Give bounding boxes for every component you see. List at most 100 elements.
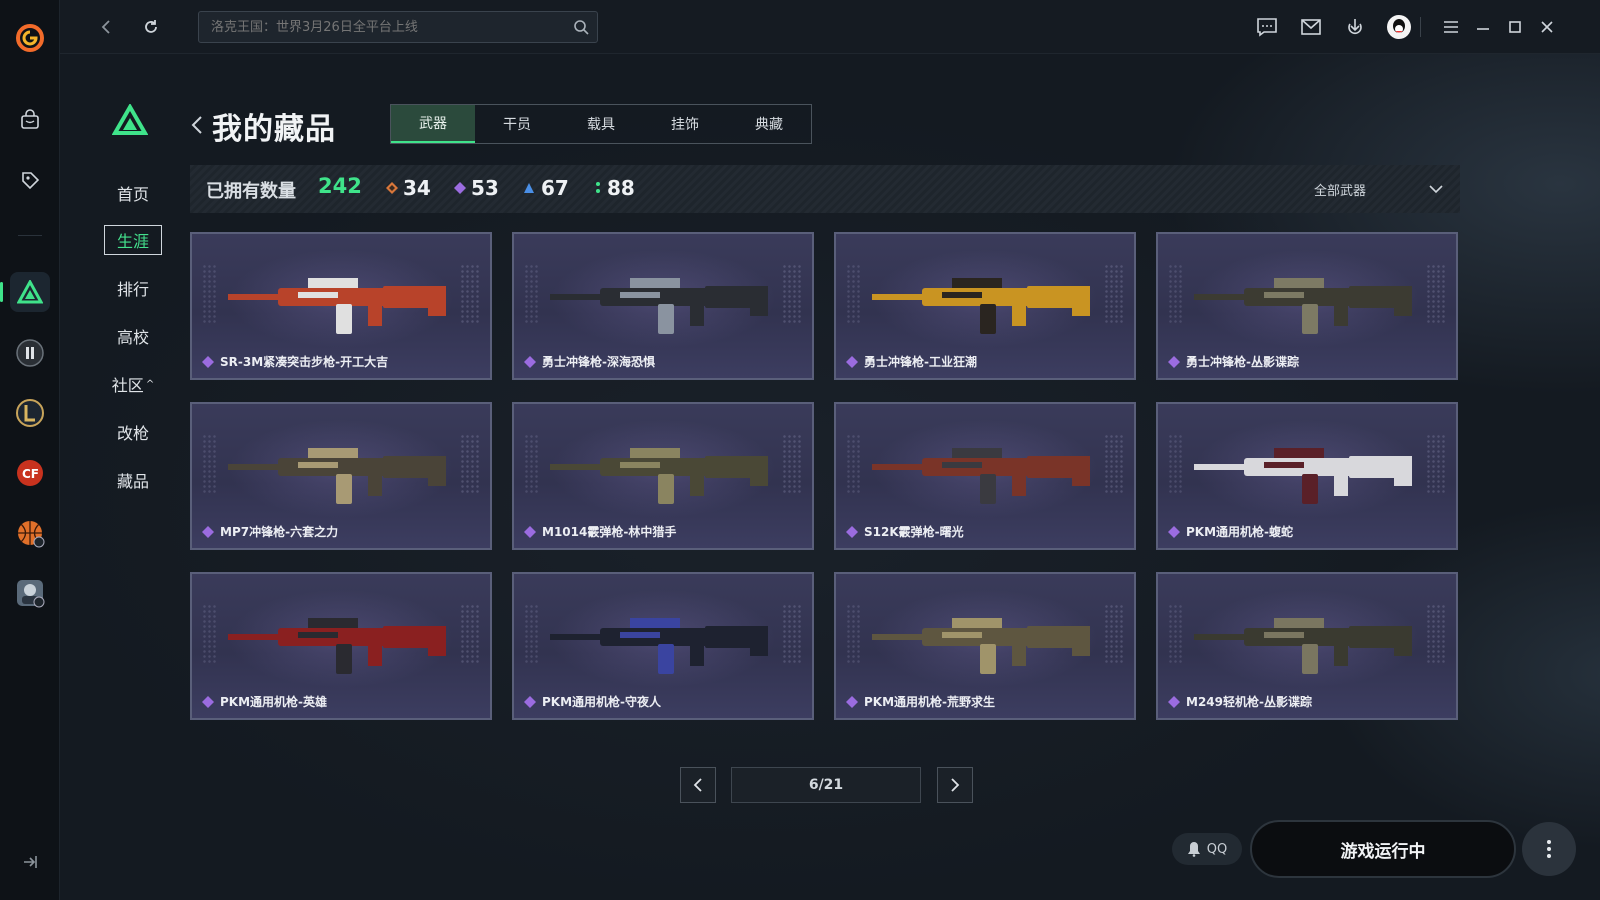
tag-icon[interactable] xyxy=(10,160,50,200)
rarity-count-value: 67 xyxy=(541,176,569,200)
weapon-image-icon xyxy=(872,618,1090,674)
owned-count-total: 242 xyxy=(318,174,362,198)
app-logo-icon[interactable] xyxy=(10,18,50,58)
owned-count-label: 已拥有数量 xyxy=(206,181,296,202)
game-basketball-icon[interactable] xyxy=(10,513,50,553)
expand-sidebar-icon[interactable] xyxy=(20,852,40,876)
page-indicator: 6/21 xyxy=(731,767,921,803)
caret-up-icon: ^ xyxy=(145,378,155,390)
qq-button[interactable]: QQ xyxy=(1172,833,1242,865)
rarity-count-value: 88 xyxy=(607,176,635,200)
qq-avatar-icon[interactable] xyxy=(1384,12,1414,42)
rarity-purple-icon xyxy=(202,356,214,368)
game-avatar-icon[interactable] xyxy=(10,573,50,613)
nav-item[interactable]: 高校 xyxy=(104,321,162,351)
store-bag-icon[interactable] xyxy=(10,100,50,140)
page-next-button[interactable] xyxy=(937,767,973,803)
refresh-icon[interactable] xyxy=(136,12,166,42)
delta-logo-icon xyxy=(111,102,149,140)
collection-item-card[interactable]: PKM通用机枪-荒野求生 xyxy=(834,572,1136,720)
nav-item-label: 社区 xyxy=(111,376,144,395)
nav-item[interactable]: 生涯 xyxy=(104,225,162,255)
collection-item-card[interactable]: 勇士冲锋枪-工业狂潮 xyxy=(834,232,1136,380)
nav-item-label: 藏品 xyxy=(116,472,149,491)
tab-item[interactable]: 干员 xyxy=(475,105,559,143)
stats-bar: 已拥有数量 242 34 53 67 88 全部武器 xyxy=(190,165,1460,213)
rarity-purple-icon xyxy=(202,696,214,708)
search-box[interactable] xyxy=(198,11,598,43)
chevron-down-icon xyxy=(1429,185,1443,194)
rail-divider xyxy=(18,235,42,236)
item-name: M1014霰弹枪-林中猎手 xyxy=(542,525,677,539)
rarity-count-green: 88 xyxy=(594,176,635,200)
game-delta-icon[interactable] xyxy=(0,272,50,312)
rarity-purple-icon xyxy=(454,182,466,194)
topbar-divider xyxy=(1420,17,1421,37)
rarity-count-blue: 67 xyxy=(522,176,569,200)
collection-item-card[interactable]: 勇士冲锋枪-丛影谍踪 xyxy=(1156,232,1458,380)
collection-tabs: 武器 干员 载具 挂饰 典藏 xyxy=(390,104,812,144)
nav-item-label: 生涯 xyxy=(116,232,149,251)
rarity-orange-icon xyxy=(386,182,398,194)
close-icon[interactable] xyxy=(1532,12,1562,42)
launcher-rail: CF xyxy=(0,0,60,900)
game-running-button[interactable]: 游戏运行中 xyxy=(1250,820,1516,878)
minimize-icon[interactable] xyxy=(1468,12,1498,42)
weapon-image-icon xyxy=(1194,278,1412,334)
nav-item[interactable]: 排行 xyxy=(104,273,162,303)
rarity-count-value: 53 xyxy=(471,176,499,200)
weapon-image-icon xyxy=(228,278,446,334)
mail-icon[interactable] xyxy=(1296,12,1326,42)
collection-item-card[interactable]: M249轻机枪-丛影谍踪 xyxy=(1156,572,1458,720)
menu-icon[interactable] xyxy=(1436,12,1466,42)
filter-label: 全部武器 xyxy=(1314,183,1367,199)
collection-item-card[interactable]: SR-3M紧凑突击步枪-开工大吉 xyxy=(190,232,492,380)
collection-item-card[interactable]: PKM通用机枪-英雄 xyxy=(190,572,492,720)
nav-item[interactable]: 首页 xyxy=(104,178,162,208)
rarity-purple-icon xyxy=(524,696,536,708)
collection-item-card[interactable]: S12K霰弹枪-曙光 xyxy=(834,402,1136,550)
game-cf-icon[interactable]: CF xyxy=(10,453,50,493)
weapon-filter-dropdown[interactable]: 全部武器 xyxy=(1314,175,1444,203)
tab-item[interactable]: 载具 xyxy=(559,105,643,143)
tab-item[interactable]: 典藏 xyxy=(727,105,811,143)
page-prev-button[interactable] xyxy=(680,767,716,803)
item-name: PKM通用机枪-守夜人 xyxy=(542,695,662,709)
nav-item-label: 排行 xyxy=(116,280,149,299)
rarity-purple-icon xyxy=(846,696,858,708)
back-arrow-icon[interactable] xyxy=(190,114,204,140)
item-name: 勇士冲锋枪-丛影谍踪 xyxy=(1186,355,1299,369)
collection-item-card[interactable]: M1014霰弹枪-林中猎手 xyxy=(512,402,814,550)
maximize-icon[interactable] xyxy=(1500,12,1530,42)
tab-item[interactable]: 武器 xyxy=(391,105,475,143)
nav-item[interactable]: 改枪 xyxy=(104,417,162,447)
weapon-image-icon xyxy=(550,618,768,674)
rarity-purple-icon xyxy=(846,356,858,368)
item-name: PKM通用机枪-荒野求生 xyxy=(864,695,996,709)
page-title: 我的藏品 xyxy=(212,112,336,147)
back-icon[interactable] xyxy=(92,12,122,42)
chat-icon[interactable] xyxy=(1252,12,1282,42)
item-name: PKM通用机枪-蝮蛇 xyxy=(1186,525,1294,539)
download-icon[interactable] xyxy=(1340,12,1370,42)
rarity-purple-icon xyxy=(846,526,858,538)
tab-item[interactable]: 挂饰 xyxy=(643,105,727,143)
game-lol-icon[interactable] xyxy=(10,393,50,433)
search-input[interactable] xyxy=(199,12,559,42)
nav-item[interactable]: 藏品 xyxy=(104,465,162,495)
collection-item-card[interactable]: 勇士冲锋枪-深海恐惧 xyxy=(512,232,814,380)
rarity-green-icon xyxy=(596,182,600,193)
game-pause-icon[interactable] xyxy=(10,333,50,373)
top-bar xyxy=(60,0,1600,54)
search-icon[interactable] xyxy=(573,19,589,39)
collection-grid: SR-3M紧凑突击步枪-开工大吉 勇士冲锋枪-深海恐惧 勇士冲锋枪-工业狂潮 勇士冲锋… xyxy=(190,232,1460,722)
collection-item-card[interactable]: PKM通用机枪-守夜人 xyxy=(512,572,814,720)
nav-item[interactable]: 社区 ^ xyxy=(104,369,162,399)
weapon-image-icon xyxy=(1194,618,1412,674)
svg-text:CF: CF xyxy=(22,467,39,481)
more-options-button[interactable] xyxy=(1522,822,1576,876)
more-vertical-icon xyxy=(1547,840,1551,858)
collection-item-card[interactable]: MP7冲锋枪-六套之力 xyxy=(190,402,492,550)
weapon-image-icon xyxy=(1194,448,1412,504)
collection-item-card[interactable]: PKM通用机枪-蝮蛇 xyxy=(1156,402,1458,550)
